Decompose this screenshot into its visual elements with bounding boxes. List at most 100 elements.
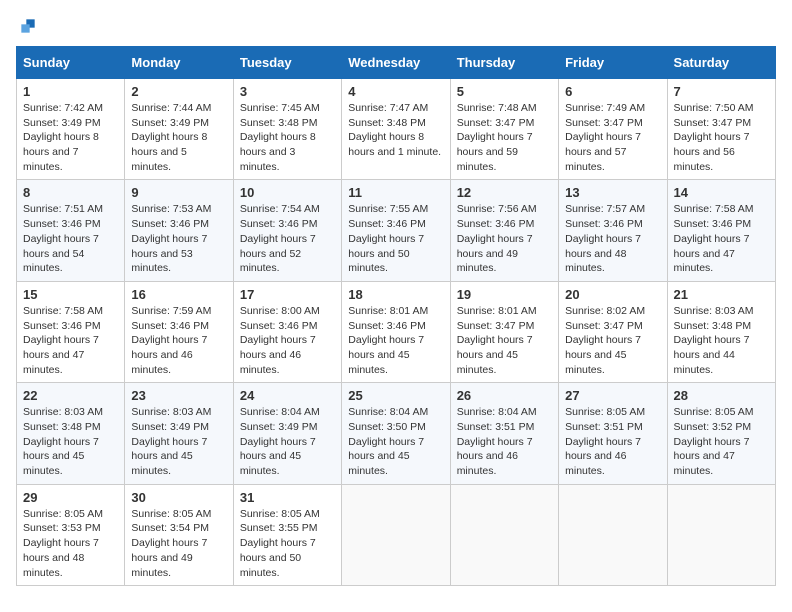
cell-content: Sunrise: 8:04 AM Sunset: 3:51 PM Dayligh… bbox=[457, 405, 552, 478]
cell-content: Sunrise: 7:54 AM Sunset: 3:46 PM Dayligh… bbox=[240, 202, 335, 275]
day-number: 14 bbox=[674, 185, 769, 200]
calendar-table: SundayMondayTuesdayWednesdayThursdayFrid… bbox=[16, 46, 776, 586]
calendar-cell: 21 Sunrise: 8:03 AM Sunset: 3:48 PM Dayl… bbox=[667, 281, 775, 382]
calendar-cell: 6 Sunrise: 7:49 AM Sunset: 3:47 PM Dayli… bbox=[559, 79, 667, 180]
cell-content: Sunrise: 7:49 AM Sunset: 3:47 PM Dayligh… bbox=[565, 101, 660, 174]
day-number: 1 bbox=[23, 84, 118, 99]
day-number: 20 bbox=[565, 287, 660, 302]
calendar-cell: 7 Sunrise: 7:50 AM Sunset: 3:47 PM Dayli… bbox=[667, 79, 775, 180]
calendar-cell: 17 Sunrise: 8:00 AM Sunset: 3:46 PM Dayl… bbox=[233, 281, 341, 382]
logo-icon bbox=[18, 16, 38, 36]
day-number: 26 bbox=[457, 388, 552, 403]
cell-content: Sunrise: 7:56 AM Sunset: 3:46 PM Dayligh… bbox=[457, 202, 552, 275]
calendar-cell: 14 Sunrise: 7:58 AM Sunset: 3:46 PM Dayl… bbox=[667, 180, 775, 281]
calendar-cell: 29 Sunrise: 8:05 AM Sunset: 3:53 PM Dayl… bbox=[17, 484, 125, 585]
calendar-header-tuesday: Tuesday bbox=[233, 47, 341, 79]
cell-content: Sunrise: 8:00 AM Sunset: 3:46 PM Dayligh… bbox=[240, 304, 335, 377]
cell-content: Sunrise: 7:53 AM Sunset: 3:46 PM Dayligh… bbox=[131, 202, 226, 275]
cell-content: Sunrise: 8:03 AM Sunset: 3:49 PM Dayligh… bbox=[131, 405, 226, 478]
cell-content: Sunrise: 7:59 AM Sunset: 3:46 PM Dayligh… bbox=[131, 304, 226, 377]
cell-content: Sunrise: 8:01 AM Sunset: 3:47 PM Dayligh… bbox=[457, 304, 552, 377]
day-number: 18 bbox=[348, 287, 443, 302]
day-number: 2 bbox=[131, 84, 226, 99]
calendar-cell: 8 Sunrise: 7:51 AM Sunset: 3:46 PM Dayli… bbox=[17, 180, 125, 281]
day-number: 13 bbox=[565, 185, 660, 200]
day-number: 15 bbox=[23, 287, 118, 302]
calendar-cell: 18 Sunrise: 8:01 AM Sunset: 3:46 PM Dayl… bbox=[342, 281, 450, 382]
calendar-cell: 31 Sunrise: 8:05 AM Sunset: 3:55 PM Dayl… bbox=[233, 484, 341, 585]
calendar-cell: 2 Sunrise: 7:44 AM Sunset: 3:49 PM Dayli… bbox=[125, 79, 233, 180]
day-number: 19 bbox=[457, 287, 552, 302]
calendar-cell: 20 Sunrise: 8:02 AM Sunset: 3:47 PM Dayl… bbox=[559, 281, 667, 382]
cell-content: Sunrise: 7:45 AM Sunset: 3:48 PM Dayligh… bbox=[240, 101, 335, 174]
calendar-cell: 10 Sunrise: 7:54 AM Sunset: 3:46 PM Dayl… bbox=[233, 180, 341, 281]
calendar-header-friday: Friday bbox=[559, 47, 667, 79]
calendar-header-row: SundayMondayTuesdayWednesdayThursdayFrid… bbox=[17, 47, 776, 79]
cell-content: Sunrise: 8:04 AM Sunset: 3:50 PM Dayligh… bbox=[348, 405, 443, 478]
cell-content: Sunrise: 7:44 AM Sunset: 3:49 PM Dayligh… bbox=[131, 101, 226, 174]
day-number: 3 bbox=[240, 84, 335, 99]
day-number: 25 bbox=[348, 388, 443, 403]
calendar-week-row: 29 Sunrise: 8:05 AM Sunset: 3:53 PM Dayl… bbox=[17, 484, 776, 585]
calendar-cell: 16 Sunrise: 7:59 AM Sunset: 3:46 PM Dayl… bbox=[125, 281, 233, 382]
calendar-cell: 28 Sunrise: 8:05 AM Sunset: 3:52 PM Dayl… bbox=[667, 383, 775, 484]
calendar-cell: 26 Sunrise: 8:04 AM Sunset: 3:51 PM Dayl… bbox=[450, 383, 558, 484]
calendar-cell: 11 Sunrise: 7:55 AM Sunset: 3:46 PM Dayl… bbox=[342, 180, 450, 281]
calendar-cell: 12 Sunrise: 7:56 AM Sunset: 3:46 PM Dayl… bbox=[450, 180, 558, 281]
day-number: 21 bbox=[674, 287, 769, 302]
calendar-cell: 15 Sunrise: 7:58 AM Sunset: 3:46 PM Dayl… bbox=[17, 281, 125, 382]
logo bbox=[16, 16, 38, 36]
cell-content: Sunrise: 8:02 AM Sunset: 3:47 PM Dayligh… bbox=[565, 304, 660, 377]
calendar-header-saturday: Saturday bbox=[667, 47, 775, 79]
day-number: 9 bbox=[131, 185, 226, 200]
day-number: 11 bbox=[348, 185, 443, 200]
calendar-cell: 19 Sunrise: 8:01 AM Sunset: 3:47 PM Dayl… bbox=[450, 281, 558, 382]
day-number: 7 bbox=[674, 84, 769, 99]
calendar-cell: 24 Sunrise: 8:04 AM Sunset: 3:49 PM Dayl… bbox=[233, 383, 341, 484]
day-number: 5 bbox=[457, 84, 552, 99]
cell-content: Sunrise: 7:58 AM Sunset: 3:46 PM Dayligh… bbox=[674, 202, 769, 275]
calendar-cell bbox=[450, 484, 558, 585]
calendar-week-row: 1 Sunrise: 7:42 AM Sunset: 3:49 PM Dayli… bbox=[17, 79, 776, 180]
cell-content: Sunrise: 7:50 AM Sunset: 3:47 PM Dayligh… bbox=[674, 101, 769, 174]
cell-content: Sunrise: 7:42 AM Sunset: 3:49 PM Dayligh… bbox=[23, 101, 118, 174]
calendar-week-row: 8 Sunrise: 7:51 AM Sunset: 3:46 PM Dayli… bbox=[17, 180, 776, 281]
day-number: 12 bbox=[457, 185, 552, 200]
page-header bbox=[16, 16, 776, 36]
cell-content: Sunrise: 8:03 AM Sunset: 3:48 PM Dayligh… bbox=[674, 304, 769, 377]
cell-content: Sunrise: 7:48 AM Sunset: 3:47 PM Dayligh… bbox=[457, 101, 552, 174]
cell-content: Sunrise: 7:57 AM Sunset: 3:46 PM Dayligh… bbox=[565, 202, 660, 275]
calendar-cell: 13 Sunrise: 7:57 AM Sunset: 3:46 PM Dayl… bbox=[559, 180, 667, 281]
calendar-week-row: 15 Sunrise: 7:58 AM Sunset: 3:46 PM Dayl… bbox=[17, 281, 776, 382]
cell-content: Sunrise: 8:01 AM Sunset: 3:46 PM Dayligh… bbox=[348, 304, 443, 377]
cell-content: Sunrise: 8:05 AM Sunset: 3:55 PM Dayligh… bbox=[240, 507, 335, 580]
calendar-cell bbox=[559, 484, 667, 585]
calendar-cell: 30 Sunrise: 8:05 AM Sunset: 3:54 PM Dayl… bbox=[125, 484, 233, 585]
cell-content: Sunrise: 7:58 AM Sunset: 3:46 PM Dayligh… bbox=[23, 304, 118, 377]
day-number: 27 bbox=[565, 388, 660, 403]
day-number: 22 bbox=[23, 388, 118, 403]
day-number: 10 bbox=[240, 185, 335, 200]
cell-content: Sunrise: 8:04 AM Sunset: 3:49 PM Dayligh… bbox=[240, 405, 335, 478]
day-number: 30 bbox=[131, 490, 226, 505]
calendar-cell: 4 Sunrise: 7:47 AM Sunset: 3:48 PM Dayli… bbox=[342, 79, 450, 180]
day-number: 31 bbox=[240, 490, 335, 505]
day-number: 6 bbox=[565, 84, 660, 99]
day-number: 29 bbox=[23, 490, 118, 505]
day-number: 23 bbox=[131, 388, 226, 403]
day-number: 16 bbox=[131, 287, 226, 302]
calendar-cell bbox=[342, 484, 450, 585]
cell-content: Sunrise: 8:05 AM Sunset: 3:53 PM Dayligh… bbox=[23, 507, 118, 580]
calendar-header-monday: Monday bbox=[125, 47, 233, 79]
day-number: 4 bbox=[348, 84, 443, 99]
calendar-cell: 9 Sunrise: 7:53 AM Sunset: 3:46 PM Dayli… bbox=[125, 180, 233, 281]
cell-content: Sunrise: 7:47 AM Sunset: 3:48 PM Dayligh… bbox=[348, 101, 443, 160]
calendar-cell: 22 Sunrise: 8:03 AM Sunset: 3:48 PM Dayl… bbox=[17, 383, 125, 484]
cell-content: Sunrise: 8:05 AM Sunset: 3:51 PM Dayligh… bbox=[565, 405, 660, 478]
calendar-cell: 1 Sunrise: 7:42 AM Sunset: 3:49 PM Dayli… bbox=[17, 79, 125, 180]
calendar-cell: 27 Sunrise: 8:05 AM Sunset: 3:51 PM Dayl… bbox=[559, 383, 667, 484]
day-number: 8 bbox=[23, 185, 118, 200]
day-number: 24 bbox=[240, 388, 335, 403]
calendar-cell bbox=[667, 484, 775, 585]
calendar-cell: 5 Sunrise: 7:48 AM Sunset: 3:47 PM Dayli… bbox=[450, 79, 558, 180]
